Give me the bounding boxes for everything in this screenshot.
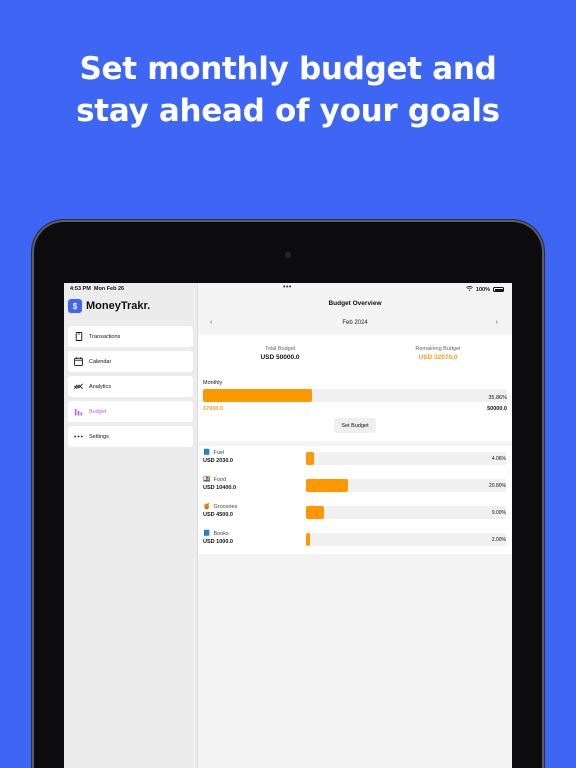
chevron-right-icon[interactable]: › (496, 319, 498, 326)
sidebar-item-calendar[interactable]: Calendar (68, 351, 193, 372)
category-name: 📘 Fuel (203, 449, 225, 457)
category-progress-bar (306, 452, 506, 465)
monthly-total: 50000.0 (487, 406, 507, 412)
sidebar-item-label: Settings (89, 433, 109, 440)
phone-icon (74, 332, 83, 341)
category-progress-fill (306, 452, 315, 465)
battery-percent: 100% (475, 286, 490, 293)
category-progress-bar (306, 479, 506, 492)
chart-line-icon (74, 382, 83, 391)
remaining-budget: Remaining Budget USD 32070.0 (383, 346, 493, 361)
app-name: MoneyTrakr. (86, 300, 151, 312)
category-label: Groceries (213, 503, 238, 510)
status-time: 4:53 PM Mon Feb 26 (70, 286, 125, 292)
multitask-dots-icon[interactable]: ••• (283, 284, 292, 291)
category-percent: 2.00% (491, 537, 506, 543)
monthly-progress-bar (203, 389, 507, 402)
category-name: 📘 Books (203, 530, 229, 538)
monthly-label: Monthly (203, 380, 223, 386)
total-budget-label: Total Budget (264, 346, 296, 352)
set-budget-button[interactable]: Set Budget (334, 418, 376, 433)
headline-line-2: stay ahead of your goals (76, 93, 500, 129)
app-screen: $ MoneyTrakr. Transactions Calendar Anal… (64, 283, 512, 768)
sidebar-nav: Transactions Calendar Analytics Budget S… (68, 326, 193, 451)
category-amount: USD 4500.0 (203, 512, 233, 518)
category-label: Fuel (213, 449, 225, 456)
sidebar-item-label: Calendar (89, 358, 112, 365)
category-row-fuel[interactable]: 📘 Fuel USD 2030.0 4.06% (198, 446, 512, 473)
total-budget-value: USD 50000.0 (260, 354, 300, 361)
bento-icon: 🍱 (203, 477, 211, 483)
category-progress-bar (306, 506, 506, 519)
category-amount: USD 1000.0 (203, 539, 233, 545)
book-icon: 📘 (203, 450, 211, 456)
wifi-icon (465, 286, 473, 293)
category-amount: USD 10400.0 (203, 485, 237, 491)
category-name: 🍯 Groceries (203, 503, 238, 511)
remaining-budget-label: Remaining Budget (415, 346, 461, 352)
category-label: Food (213, 476, 227, 483)
sidebar-item-transactions[interactable]: Transactions (68, 326, 193, 347)
book-icon: 📘 (203, 531, 211, 537)
sidebar-item-analytics[interactable]: Analytics (68, 376, 193, 397)
status-indicators: 100% (465, 286, 504, 293)
battery-icon (493, 287, 504, 292)
monthly-spent: 17930.0 (203, 406, 223, 412)
more-dots-icon (74, 432, 83, 441)
category-row-food[interactable]: 🍱 Food USD 10400.0 20.80% (198, 473, 512, 500)
budget-summary-card: Total Budget USD 50000.0 Remaining Budge… (198, 335, 512, 441)
sidebar-item-label: Transactions (89, 333, 121, 340)
status-bar: 4:53 PM Mon Feb 26 ••• 100% (64, 283, 512, 295)
category-percent: 20.80% (489, 483, 506, 489)
remaining-budget-value: USD 32070.0 (418, 354, 458, 361)
category-name: 🍱 Food (203, 476, 227, 484)
main-content: Budget Overview ‹ Feb 2024 › Total Budge… (198, 283, 512, 768)
monthly-progress-fill (203, 389, 312, 402)
category-progress-fill (306, 479, 348, 492)
category-budget-list: 📘 Fuel USD 2030.0 4.06% 🍱 Food USD 10400… (198, 446, 512, 554)
category-percent: 9.00% (491, 510, 506, 516)
total-budget: Total Budget USD 50000.0 (235, 346, 325, 361)
category-row-books[interactable]: 📘 Books USD 1000.0 2.00% (198, 527, 512, 554)
monthly-percent: 35.86% (488, 395, 507, 401)
honey-jar-icon: 🍯 (203, 504, 211, 510)
calendar-icon (74, 357, 83, 366)
app-logo-icon: $ (68, 299, 82, 313)
current-month: Feb 2024 (342, 320, 368, 326)
headline-line-1: Set monthly budget and (79, 51, 497, 87)
sidebar-item-label: Budget (89, 408, 107, 415)
category-row-groceries[interactable]: 🍯 Groceries USD 4500.0 9.00% (198, 500, 512, 527)
page-title: Budget Overview (328, 300, 382, 307)
category-progress-fill (306, 506, 324, 519)
category-percent: 4.06% (491, 456, 506, 462)
sidebar-item-budget[interactable]: Budget (68, 401, 193, 422)
camera-icon (285, 252, 291, 258)
tablet-device: $ MoneyTrakr. Transactions Calendar Anal… (34, 222, 542, 768)
category-amount: USD 2030.0 (203, 458, 233, 464)
marketing-headline: Set monthly budget and stay ahead of you… (0, 48, 576, 132)
sidebar: $ MoneyTrakr. Transactions Calendar Anal… (64, 283, 198, 768)
category-label: Books (213, 530, 229, 537)
sidebar-item-settings[interactable]: Settings (68, 426, 193, 447)
category-progress-fill (306, 533, 310, 546)
bar-chart-icon (74, 407, 83, 416)
month-selector: ‹ Feb 2024 › (198, 318, 512, 330)
brand: $ MoneyTrakr. (68, 299, 150, 313)
category-progress-bar (306, 533, 506, 546)
sidebar-item-label: Analytics (89, 383, 112, 390)
